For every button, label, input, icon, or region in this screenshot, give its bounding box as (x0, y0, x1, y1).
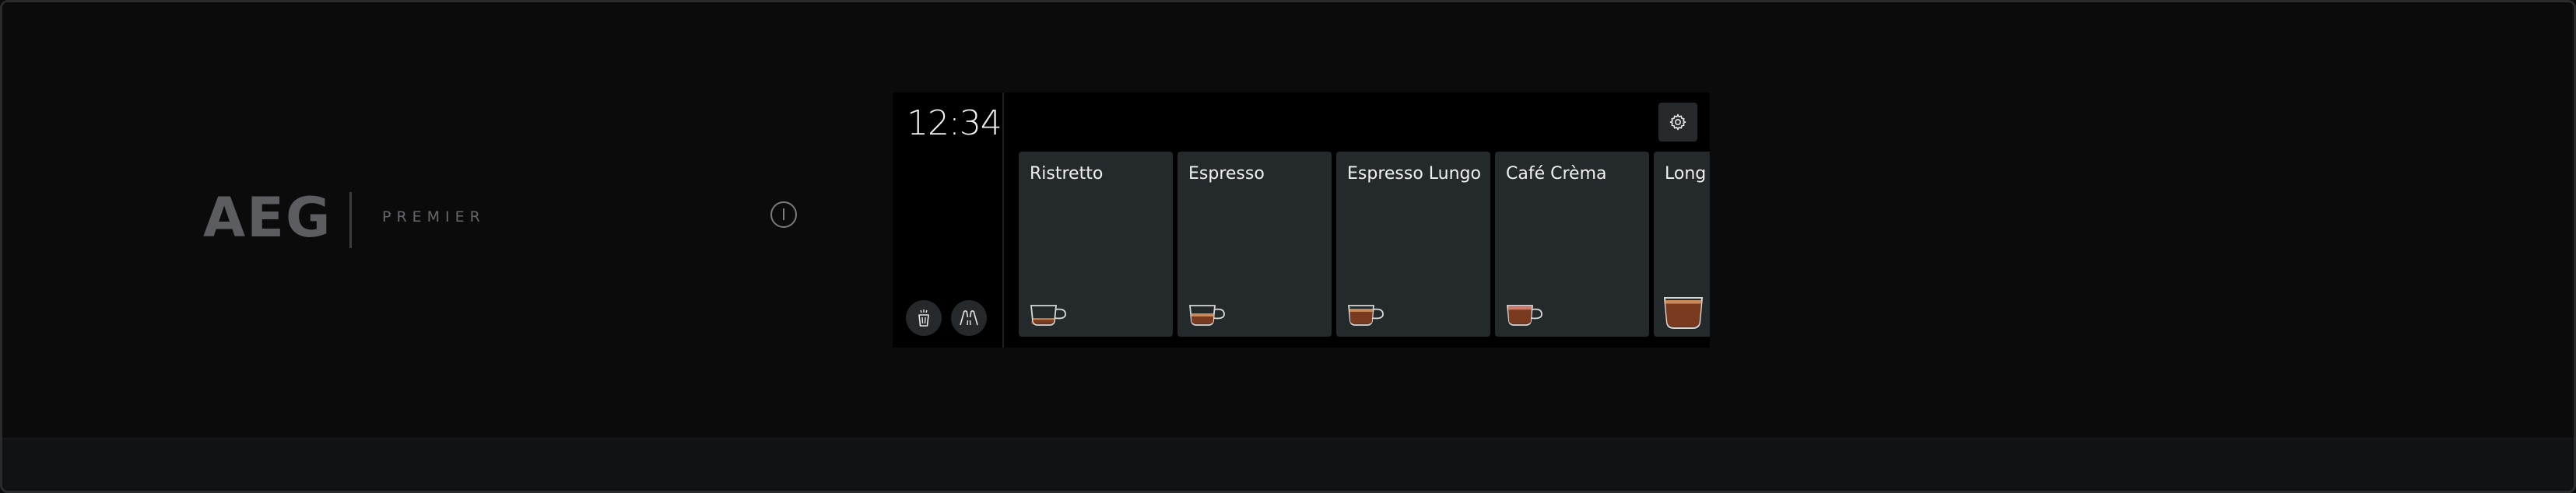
cleaning-icon (918, 309, 929, 327)
screen-divider (1002, 93, 1004, 348)
espresso-cup-icon (1189, 305, 1225, 326)
cleaning-button[interactable] (906, 300, 942, 336)
bottom-trim (2, 438, 2574, 491)
beverage-label: Long Coffee (1665, 164, 1710, 184)
beverage-card-espresso-lungo[interactable]: Espresso Lungo (1336, 152, 1490, 337)
coffee-machine-control-panel: AEG PREMIER 12:34 Ristretto Espresso Esp… (0, 0, 2576, 493)
brand-logo: AEG (203, 186, 332, 250)
beverage-label: Café Crèma (1506, 164, 1607, 184)
beverage-card-long-coffee[interactable]: Long Coffee (1654, 152, 1710, 337)
beverage-label: Ristretto (1030, 164, 1104, 184)
milk-system-button[interactable] (951, 300, 987, 336)
beverage-label: Espresso (1188, 164, 1265, 184)
long-coffee-cup-icon (1663, 297, 1704, 329)
touch-screen: 12:34 Ristretto Espresso Espresso Lungo … (893, 93, 1710, 348)
beverage-carousel[interactable]: Ristretto Espresso Espresso Lungo Café C… (1019, 152, 1710, 337)
beverage-card-cafe-crema[interactable]: Café Crèma (1495, 152, 1649, 337)
cafe-crema-cup-icon (1507, 305, 1542, 326)
brand-subtitle: PREMIER (382, 208, 486, 226)
gear-icon (1669, 114, 1686, 131)
settings-button[interactable] (1658, 103, 1697, 142)
beverage-label: Espresso Lungo (1347, 164, 1481, 184)
beverage-card-espresso[interactable]: Espresso (1177, 152, 1332, 337)
clock-display: 12:34 (907, 103, 1002, 143)
power-icon[interactable] (770, 201, 798, 229)
beverage-card-ristretto[interactable]: Ristretto (1019, 152, 1173, 337)
milk-system-icon (960, 310, 978, 326)
ristretto-cup-icon (1030, 305, 1066, 326)
brand-divider (349, 192, 352, 248)
screen-left-panel: 12:34 (893, 93, 1002, 348)
espresso-lungo-cup-icon (1348, 305, 1384, 326)
